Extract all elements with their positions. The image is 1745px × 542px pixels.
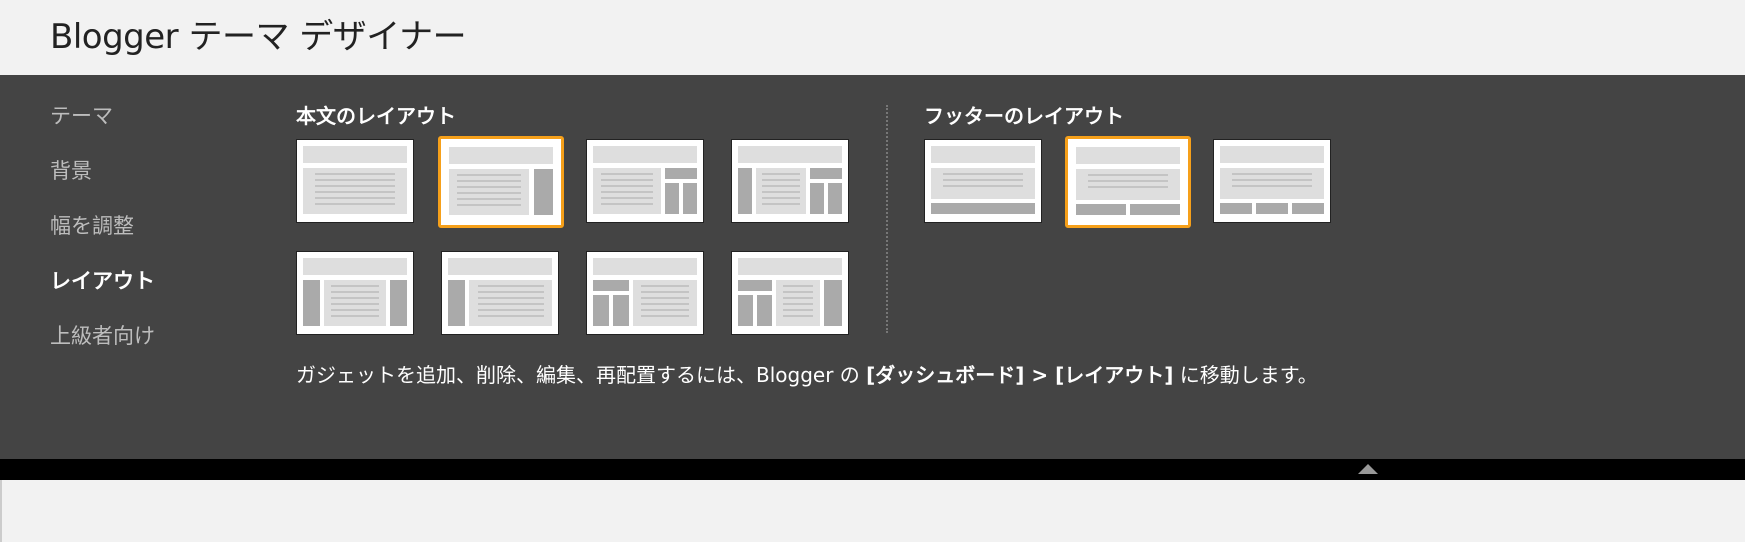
body-layout-option-right-sidebar-split[interactable]: [586, 139, 704, 223]
footer-two-columns-layout-icon: [1076, 147, 1180, 215]
body-layout-option-single-column[interactable]: [296, 139, 414, 223]
sidebar-item-theme[interactable]: テーマ: [50, 103, 155, 158]
body-layout-option-left-sidebar[interactable]: [441, 251, 559, 335]
header: Blogger テーマ デザイナー: [0, 0, 1745, 75]
left-sidebar-layout-icon: [448, 258, 552, 326]
preview-area: [0, 480, 1745, 542]
layout-info-text: ガジェットを追加、削除、編集、再配置するには、Blogger の [ダッシュボー…: [296, 359, 1318, 388]
footer-layout-title: フッターのレイアウト: [924, 104, 1124, 128]
info-prefix: ガジェットを追加、削除、編集、再配置するには、Blogger の: [296, 363, 867, 387]
sidebar-item-advanced[interactable]: 上級者向け: [50, 323, 155, 378]
info-suffix: に移動します。: [1173, 363, 1318, 387]
footer-layout-option-three-columns[interactable]: [1213, 139, 1331, 223]
footer-three-columns-layout-icon: [1220, 146, 1324, 214]
single-column-layout-icon: [303, 146, 407, 214]
left-split-right-sidebar-layout-icon: [738, 258, 842, 326]
sidebar-item-adjust-width[interactable]: 幅を調整: [50, 213, 155, 268]
footer-one-column-layout-icon: [931, 146, 1035, 214]
body-layout-option-left-sidebar-split[interactable]: [586, 251, 704, 335]
footer-layout-option-two-columns[interactable]: [1065, 136, 1191, 228]
footer-layout-option-one-column[interactable]: [924, 139, 1042, 223]
section-divider: [886, 105, 888, 333]
designer-panel: テーマ 背景 幅を調整 レイアウト 上級者向け 本文のレイアウト フッターのレイ…: [0, 75, 1745, 459]
info-dashboard-path: [ダッシュボード] > [レイアウト]: [866, 363, 1174, 387]
app-title: Blogger テーマ デザイナー: [50, 17, 467, 57]
panel-collapse-bar: [0, 459, 1745, 480]
left-sidebar-split-layout-icon: [593, 258, 697, 326]
body-layout-title: 本文のレイアウト: [296, 104, 456, 128]
triangle-up-icon[interactable]: [1358, 464, 1378, 474]
body-layout-option-left-right-sidebar-split[interactable]: [731, 139, 849, 223]
both-sidebars-layout-icon: [303, 258, 407, 326]
right-sidebar-split-layout-icon: [593, 146, 697, 214]
body-layout-option-right-sidebar[interactable]: [438, 136, 564, 228]
sidebar-item-layout[interactable]: レイアウト: [50, 268, 155, 323]
body-layout-option-left-split-right-sidebar[interactable]: [731, 251, 849, 335]
left-right-sidebar-split-layout-icon: [738, 146, 842, 214]
sidebar-nav: テーマ 背景 幅を調整 レイアウト 上級者向け: [50, 103, 155, 378]
sidebar-item-background[interactable]: 背景: [50, 158, 155, 213]
right-sidebar-layout-icon: [449, 147, 553, 215]
body-layout-option-both-sidebars[interactable]: [296, 251, 414, 335]
